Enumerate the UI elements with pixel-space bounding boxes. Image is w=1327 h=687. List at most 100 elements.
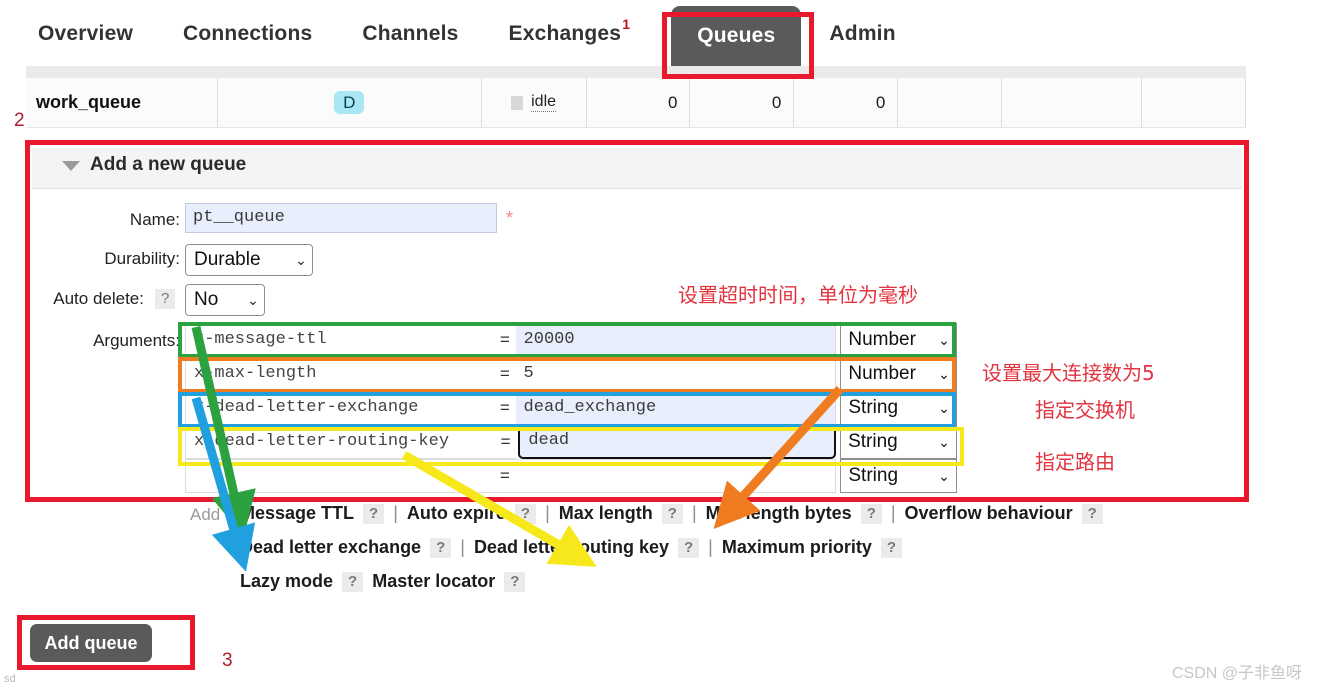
arguments-add-label[interactable]: Add — [190, 505, 220, 525]
annotation-text-max-length: 设置最大连接数为5 — [982, 361, 1155, 385]
nav-tab-queues-label: Queues — [697, 24, 776, 47]
argument-type-select[interactable]: String ⌄ — [840, 459, 957, 493]
argument-row: x-dead-letter-exchange = dead_exchange Stri… — [185, 391, 957, 425]
cell-features: D — [218, 78, 482, 127]
argument-value-input[interactable]: 5 — [515, 357, 837, 391]
panel-title: Add a new queue — [90, 154, 247, 175]
nav-tab-connections[interactable]: Connections — [183, 22, 312, 46]
preset-help-icon[interactable]: ? — [342, 571, 364, 592]
argument-row: x-max-length = 5 Number ⌄ — [185, 357, 957, 391]
chevron-down-icon: ⌄ — [938, 433, 950, 450]
argument-value-input[interactable]: dead_exchange — [515, 391, 837, 425]
preset-help-icon[interactable]: ? — [661, 503, 683, 524]
table-bottom-rule — [26, 127, 1246, 128]
preset-separator: | — [460, 537, 465, 557]
argument-type-value: Number — [848, 363, 916, 384]
preset-link[interactable]: Max length bytes — [706, 503, 852, 524]
nav-tab-admin[interactable]: Admin — [829, 22, 895, 46]
argument-value-input[interactable] — [515, 459, 837, 493]
nav-tab-overview-label: Overview — [38, 22, 133, 45]
preset-help-icon[interactable]: ? — [504, 571, 526, 592]
argument-equals-sign: = — [494, 323, 516, 357]
state-swatch-icon — [511, 95, 524, 110]
queue-name-input[interactable]: pt__queue — [185, 203, 497, 233]
preset-separator: | — [393, 503, 398, 523]
preset-help-icon[interactable]: ? — [677, 537, 700, 558]
required-asterisk: * — [506, 208, 514, 228]
argument-key-input[interactable]: x-max-length — [185, 357, 495, 391]
argument-type-value: String — [848, 465, 899, 486]
label-auto-delete: Auto delete: — [53, 289, 144, 308]
argument-key-input[interactable]: x-dead-letter-routing-key — [185, 425, 495, 459]
nav-tab-exchanges[interactable]: Exchanges 1 — [508, 16, 630, 46]
argument-row: = String ⌄ — [185, 459, 957, 493]
auto-delete-help-icon[interactable]: ? — [155, 289, 176, 309]
annotation-step-1-sup: 1 — [622, 16, 631, 32]
argument-equals-sign: = — [494, 357, 516, 391]
preset-link[interactable]: Maximum priority — [722, 537, 872, 558]
queues-table: work_queue D idle 0 0 0 — [26, 66, 1246, 128]
argument-value-input[interactable]: dead — [518, 425, 837, 459]
preset-help-icon[interactable]: ? — [1081, 503, 1103, 524]
preset-help-icon[interactable]: ? — [880, 537, 903, 558]
label-name: Name: — [129, 210, 180, 229]
auto-delete-value: No — [194, 289, 219, 310]
argument-type-select[interactable]: Number ⌄ — [840, 323, 957, 357]
argument-type-select[interactable]: Number ⌄ — [840, 357, 957, 391]
preset-link[interactable]: Dead letter exchange — [240, 537, 421, 558]
chevron-down-icon: ⌄ — [938, 331, 950, 348]
state-label: idle — [531, 93, 557, 112]
argument-key-input[interactable]: x-message-ttl — [185, 323, 495, 357]
nav-tab-connections-label: Connections — [183, 22, 313, 45]
argument-type-select[interactable]: String ⌄ — [840, 425, 957, 459]
cell-blank-1 — [898, 78, 1003, 127]
preset-separator: | — [691, 503, 697, 523]
preset-help-icon[interactable]: ? — [860, 503, 882, 524]
preset-link[interactable]: Overflow behaviour — [905, 503, 1073, 524]
preset-link[interactable]: Max length — [559, 503, 653, 524]
argument-type-value: String — [848, 431, 898, 452]
cell-ready: 0 — [587, 78, 691, 127]
label-durability: Durability: — [104, 249, 180, 268]
argument-key-input[interactable]: x-dead-letter-exchange — [185, 391, 495, 425]
label-arguments: Arguments: — [93, 331, 180, 350]
durability-select[interactable]: Durable ⌄ — [185, 244, 313, 276]
small-artifact-text: sd — [4, 673, 16, 685]
argument-row: x-dead-letter-routing-key = dead String ⌄ — [185, 425, 957, 459]
nav-tab-queues[interactable]: Queues — [671, 6, 802, 68]
preset-separator: | — [890, 503, 896, 523]
preset-links-row-2: Dead letter exchange? | Dead letter routin… — [240, 537, 1300, 558]
chevron-down-icon: ⌄ — [247, 291, 259, 308]
auto-delete-select[interactable]: No ⌄ — [185, 284, 265, 316]
annotation-text-exchange: 指定交换机 — [1035, 398, 1135, 422]
argument-key-input[interactable] — [185, 459, 495, 493]
argument-value-input[interactable]: 20000 — [515, 323, 837, 357]
nav-tab-channels[interactable]: Channels — [362, 22, 458, 46]
preset-link[interactable]: Master locator — [372, 571, 495, 592]
preset-link[interactable]: Auto expire — [407, 503, 506, 524]
preset-link[interactable]: Message TTL — [240, 503, 354, 524]
table-row[interactable]: work_queue D idle 0 0 0 — [26, 78, 1246, 127]
argument-type-select[interactable]: String ⌄ — [840, 391, 957, 425]
chevron-down-icon: ⌄ — [938, 399, 950, 416]
chevron-down-icon: ⌄ — [938, 467, 950, 484]
watermark: CSDN @子非鱼呀 — [1172, 665, 1303, 682]
add-queue-button[interactable]: Add queue — [30, 624, 152, 662]
preset-link[interactable]: Dead letter routing key — [474, 537, 669, 558]
nav-tab-overview[interactable]: Overview — [38, 22, 133, 46]
preset-links-row-3: Lazy mode? Master locator? — [240, 571, 1300, 592]
cell-total: 0 — [794, 78, 899, 127]
argument-equals-sign: = — [494, 459, 516, 493]
nav-tab-admin-label: Admin — [829, 22, 896, 45]
preset-help-icon[interactable]: ? — [430, 537, 452, 558]
nav-tab-exchanges-label: Exchanges — [508, 22, 622, 45]
preset-separator: | — [545, 503, 550, 523]
preset-help-icon[interactable]: ? — [514, 503, 537, 524]
preset-help-icon[interactable]: ? — [363, 503, 385, 524]
annotation-text-ttl: 设置超时时间，单位为毫秒 — [678, 283, 918, 307]
durable-badge: D — [334, 91, 365, 114]
collapse-triangle-icon[interactable] — [62, 161, 80, 171]
arguments-grid: x-message-ttl = 20000 Number ⌄ x-max-length = 5… — [185, 323, 957, 493]
preset-link[interactable]: Lazy mode — [240, 571, 333, 592]
cell-unacked: 0 — [690, 78, 795, 127]
